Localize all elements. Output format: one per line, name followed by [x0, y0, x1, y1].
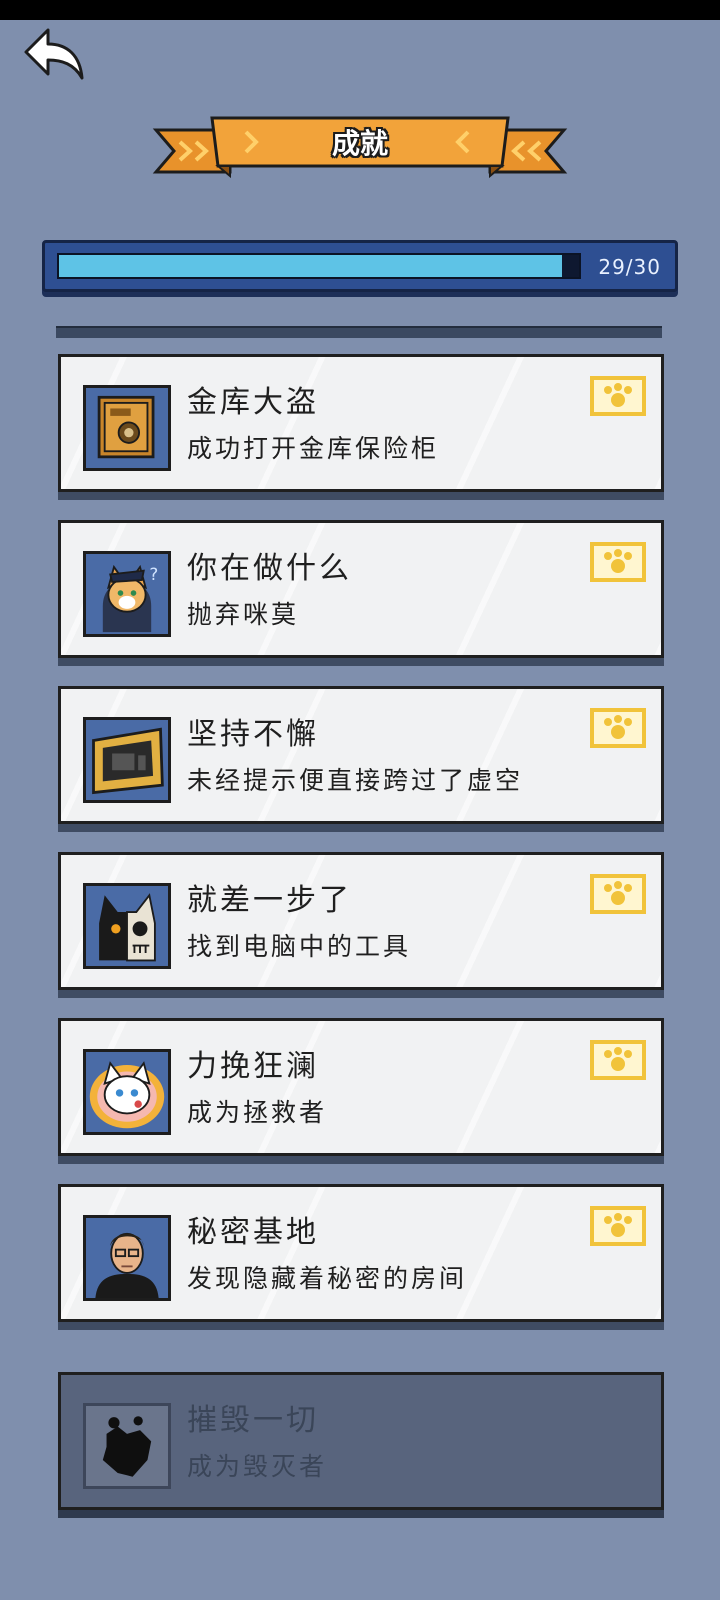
paw-stamp-icon — [590, 542, 646, 582]
achievement-description: 未经提示便直接跨过了虚空 — [187, 766, 524, 795]
achievement-card-destroy-everything[interactable]: 摧毁一切 成为毁灭者 — [58, 1372, 664, 1510]
achievement-description: 成功打开金库保险柜 — [187, 434, 440, 463]
achievement-description: 抛弃咪莫 — [187, 600, 300, 629]
achievement-card-safe[interactable]: 金库大盗 成功打开金库保险柜 — [58, 354, 664, 492]
achievement-description: 成为毁灭者 — [187, 1452, 328, 1481]
achievement-icon-frame — [83, 1403, 171, 1489]
page-title: 成就 — [331, 127, 388, 160]
back-button[interactable] — [22, 26, 86, 84]
progress-fill — [59, 255, 562, 277]
paw-stamp-icon — [590, 376, 646, 416]
computer-icon — [92, 727, 164, 795]
achievement-icon-frame — [83, 883, 171, 969]
cat-officer-icon: ? — [102, 564, 158, 633]
svg-text:?: ? — [149, 564, 158, 584]
achievement-icon-frame — [83, 385, 171, 471]
achievement-title: 摧毁一切 — [187, 1403, 319, 1438]
progress-bar — [57, 253, 581, 279]
achievement-title: 力挽狂澜 — [187, 1049, 319, 1084]
achievement-card-secret-base[interactable]: 秘密基地 发现隐藏着秘密的房间 — [58, 1184, 664, 1322]
achievement-icon-frame — [83, 717, 171, 803]
progress-panel: 29/30 — [42, 240, 678, 292]
achievement-icon-frame: ? — [83, 551, 171, 637]
achievement-icon-frame — [83, 1049, 171, 1135]
achievement-description: 成为拯救者 — [187, 1098, 328, 1127]
achievement-card-turn-the-tide[interactable]: 力挽狂澜 成为拯救者 — [58, 1018, 664, 1156]
achievement-title: 就差一步了 — [187, 883, 352, 918]
paw-stamp-icon — [590, 1206, 646, 1246]
achievement-card-one-step-away[interactable]: 就差一步了 找到电脑中的工具 — [58, 852, 664, 990]
achievement-title: 坚持不懈 — [187, 717, 319, 752]
achievement-title: 你在做什么 — [187, 551, 352, 586]
achievement-card-what-are-you-doing[interactable]: ? 你在做什么 抛弃咪莫 — [58, 520, 664, 658]
paw-stamp-icon — [590, 1040, 646, 1080]
progress-count: 29/30 — [598, 255, 661, 279]
white-cat-icon — [89, 1061, 165, 1129]
rubble-icon — [102, 1416, 152, 1477]
back-arrow-icon — [24, 28, 84, 80]
achievement-icon-frame — [83, 1215, 171, 1301]
achievement-description: 找到电脑中的工具 — [187, 932, 412, 961]
achievement-title: 金库大盗 — [187, 385, 319, 420]
man-portrait-icon — [95, 1232, 159, 1298]
title-banner: 成就 — [150, 112, 570, 188]
status-bar — [0, 0, 720, 20]
achievement-card-persistence[interactable]: 坚持不懈 未经提示便直接跨过了虚空 — [58, 686, 664, 824]
achievement-title: 秘密基地 — [187, 1215, 319, 1250]
safe-icon — [97, 395, 155, 459]
achievement-description: 发现隐藏着秘密的房间 — [187, 1264, 468, 1293]
paw-stamp-icon — [590, 874, 646, 914]
list-divider — [56, 326, 662, 338]
paw-stamp-icon — [590, 708, 646, 748]
cat-skull-icon — [99, 893, 156, 962]
